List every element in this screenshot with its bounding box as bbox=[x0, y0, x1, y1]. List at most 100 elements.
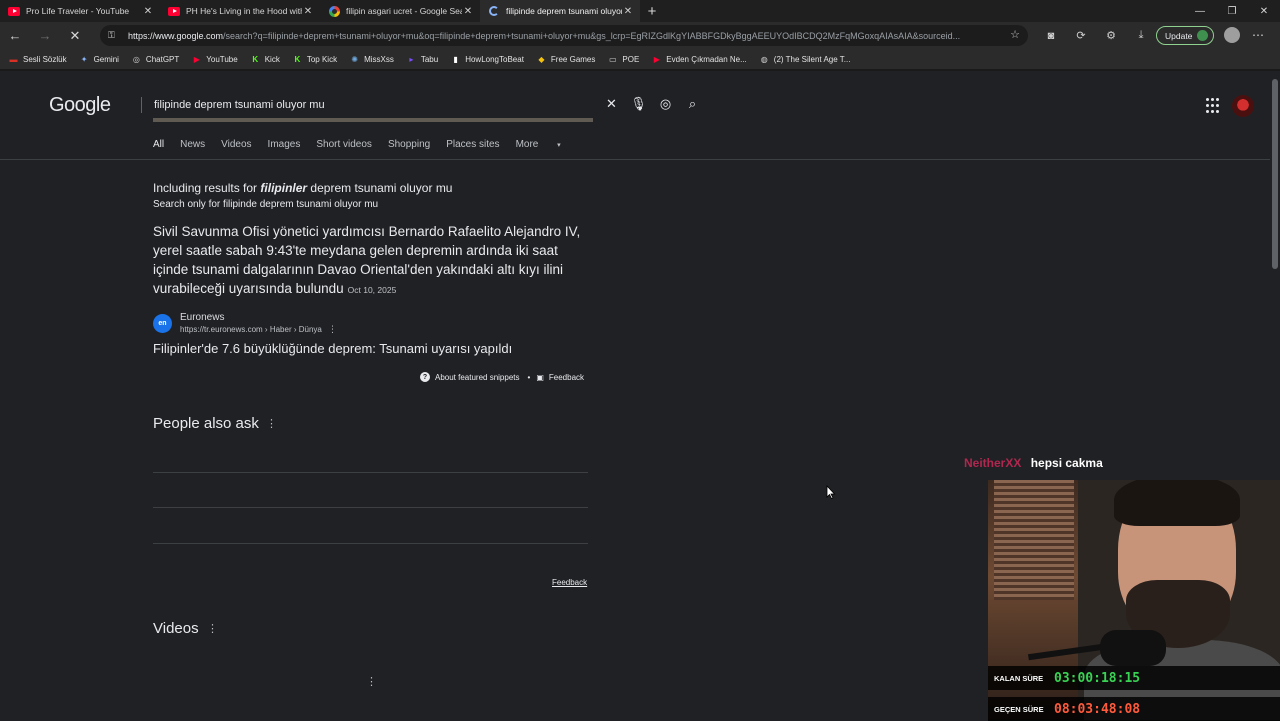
site-info-icon[interactable]: ⚿ bbox=[108, 30, 120, 41]
about-snippets-link[interactable]: About featured snippets bbox=[435, 373, 520, 382]
update-label: Update bbox=[1165, 30, 1193, 41]
lens-icon[interactable]: ◎ bbox=[652, 96, 679, 112]
browser-menu-icon[interactable]: ⋯ bbox=[1252, 28, 1264, 42]
bookmark-item[interactable]: ▮ HowLongToBeat bbox=[450, 54, 524, 64]
apps-grid-icon[interactable] bbox=[1206, 98, 1222, 114]
paa-divider bbox=[153, 507, 588, 508]
microphone bbox=[1100, 630, 1166, 666]
search-query: filipinde deprem tsunami oluyor mu bbox=[154, 99, 325, 111]
profile-avatar[interactable] bbox=[1224, 27, 1240, 43]
hltb-icon: ▮ bbox=[453, 54, 458, 64]
url-host: https://www.google.com bbox=[128, 30, 224, 41]
feedback-link[interactable]: Feedback bbox=[552, 578, 587, 587]
account-avatar[interactable] bbox=[1232, 95, 1254, 117]
result-title-link[interactable]: Filipinler'de 7.6 büyüklüğünde deprem: T… bbox=[153, 341, 512, 356]
elapsed-time-bar: GEÇEN SÜRE 08:03:48:08 bbox=[988, 697, 1280, 721]
paa-divider bbox=[153, 543, 588, 544]
folder-icon: ▭ bbox=[609, 54, 617, 64]
more-options-icon[interactable]: ⋮ bbox=[328, 324, 337, 335]
bookmark-label: HowLongToBeat bbox=[465, 54, 524, 64]
update-button[interactable]: Update bbox=[1156, 26, 1214, 45]
globe-icon: ◍ bbox=[760, 54, 768, 64]
download-icon[interactable]: ⤓ bbox=[1126, 29, 1156, 42]
refresh-extension-icon[interactable]: ⟳ bbox=[1066, 29, 1096, 42]
tab-title: filipinde deprem tsunami oluyor n bbox=[506, 6, 622, 16]
mic-icon[interactable]: 🎙︎ bbox=[625, 96, 652, 112]
browser-tab-1[interactable]: Pro Life Traveler - YouTube ✕ bbox=[0, 0, 160, 22]
stop-loading-icon[interactable]: ✕ bbox=[60, 22, 90, 49]
google-logo[interactable]: Google bbox=[49, 94, 111, 117]
tab-videos[interactable]: Videos bbox=[221, 139, 251, 150]
bookmark-item[interactable]: ▸ Tabu bbox=[406, 54, 438, 64]
chat-text: hepsi cakma bbox=[1030, 456, 1103, 470]
bookmark-item[interactable]: K Top Kick bbox=[292, 54, 337, 64]
videos-heading: Videos bbox=[153, 620, 199, 637]
forward-icon[interactable]: → bbox=[30, 22, 60, 49]
minimize-icon[interactable]: — bbox=[1184, 0, 1216, 22]
close-icon[interactable]: ✕ bbox=[142, 6, 154, 17]
new-tab-button[interactable]: + bbox=[640, 3, 664, 20]
extensions-icon[interactable]: ⚙ bbox=[1096, 29, 1126, 42]
bookmark-label: Free Games bbox=[550, 54, 596, 64]
bookmark-item[interactable]: ◆ Free Games bbox=[536, 54, 595, 64]
gamepad-icon[interactable]: ◙ bbox=[1036, 30, 1066, 42]
bookmark-item[interactable]: ◎ ChatGPT bbox=[131, 54, 179, 64]
tab-short-videos[interactable]: Short videos bbox=[316, 139, 372, 150]
bookmark-item[interactable]: ▶ Evden Çıkmadan Ne... bbox=[651, 54, 747, 64]
tab-more-label: More bbox=[515, 139, 539, 150]
bookmark-item[interactable]: ▭ POE bbox=[607, 54, 639, 64]
google-icon bbox=[328, 5, 340, 17]
search-nav-tabs: All News Videos Images Short videos Shop… bbox=[153, 139, 593, 150]
back-icon[interactable]: ← bbox=[0, 22, 30, 49]
update-icon bbox=[1197, 30, 1208, 41]
tab-more[interactable]: More ▾ bbox=[516, 139, 577, 150]
remaining-label: KALAN SÜRE bbox=[994, 673, 1044, 683]
browser-tab-4[interactable]: filipinde deprem tsunami oluyor n ✕ bbox=[480, 0, 640, 22]
chat-username: NeitherXX bbox=[964, 456, 1022, 470]
tab-images[interactable]: Images bbox=[268, 139, 301, 150]
kick-icon: K bbox=[252, 54, 259, 64]
search-only-link[interactable]: Search only for filipinde deprem tsunami… bbox=[153, 199, 378, 210]
chat-message: NeitherXX hepsi cakma bbox=[964, 456, 1103, 470]
more-options-icon[interactable]: ⋮ bbox=[366, 675, 377, 688]
address-bar[interactable]: ⚿ https://www.google.com/search?q=filipi… bbox=[100, 25, 1028, 46]
remaining-value: 03:00:18:15 bbox=[1054, 670, 1141, 686]
close-icon[interactable]: ✕ bbox=[622, 6, 634, 17]
tab-places-sites[interactable]: Places sites bbox=[446, 139, 499, 150]
tab-all[interactable]: All bbox=[153, 139, 164, 150]
window-controls: — ❐ ✕ bbox=[1184, 0, 1280, 22]
bookmark-item[interactable]: K Kick bbox=[250, 54, 280, 64]
bookmark-item[interactable]: ✺ MissXss bbox=[349, 54, 394, 64]
more-options-icon[interactable]: ⋮ bbox=[266, 417, 277, 430]
tab-shopping[interactable]: Shopping bbox=[388, 139, 430, 150]
including-rest: deprem tsunami oluyor mu bbox=[310, 181, 453, 195]
bookmark-item[interactable]: ▬ Sesli Sözlük bbox=[8, 54, 67, 64]
search-icon[interactable]: ⌕ bbox=[679, 96, 706, 112]
close-icon[interactable]: ✕ bbox=[462, 6, 474, 17]
bookmark-item[interactable]: ✦ Gemini bbox=[79, 54, 119, 64]
missxss-icon: ✺ bbox=[351, 54, 358, 64]
source-name[interactable]: Euronews bbox=[180, 312, 224, 323]
feedback-link[interactable]: Feedback bbox=[549, 373, 584, 382]
browser-tab-3[interactable]: filipin asgari ucret - Google Searc ✕ bbox=[320, 0, 480, 22]
clear-icon[interactable]: ✕ bbox=[598, 96, 625, 112]
loading-icon bbox=[488, 5, 500, 17]
chatgpt-icon: ◎ bbox=[132, 54, 140, 64]
bookmark-label: (2) The Silent Age T... bbox=[773, 54, 851, 64]
browser-tab-2[interactable]: PH He's Living in the Hood with a ✕ bbox=[160, 0, 320, 22]
source-url[interactable]: https://tr.euronews.com › Haber › Dünya bbox=[180, 325, 322, 334]
snippet-footer: ? About featured snippets • ▣ Feedback bbox=[420, 372, 584, 382]
corrected-term-link[interactable]: filipinler bbox=[260, 181, 307, 195]
more-options-icon[interactable]: ⋮ bbox=[207, 622, 218, 635]
close-window-icon[interactable]: ✕ bbox=[1248, 0, 1280, 22]
bookmark-star-icon[interactable]: ☆ bbox=[1010, 28, 1020, 41]
bookmark-item[interactable]: ◍ (2) The Silent Age T... bbox=[759, 54, 851, 64]
scrollbar-thumb[interactable] bbox=[1272, 79, 1278, 269]
bookmark-item[interactable]: ▶ YouTube bbox=[191, 54, 238, 64]
nav-divider bbox=[0, 159, 1270, 160]
close-icon[interactable]: ✕ bbox=[302, 6, 314, 17]
youtube-icon: ▶ bbox=[653, 54, 660, 64]
tab-news[interactable]: News bbox=[180, 139, 205, 150]
kick-icon: K bbox=[294, 54, 301, 64]
restore-icon[interactable]: ❐ bbox=[1216, 0, 1248, 22]
